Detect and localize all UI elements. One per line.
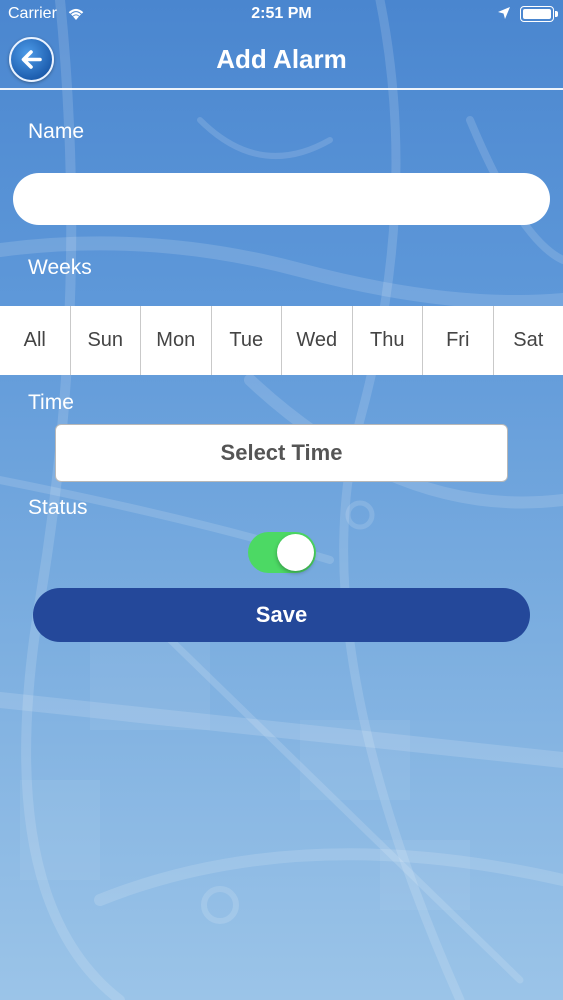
save-button[interactable]: Save [33, 588, 530, 642]
day-mon-button[interactable]: Mon [141, 306, 212, 375]
status-time: 2:51 PM [251, 5, 312, 22]
name-input[interactable] [13, 173, 550, 225]
nav-divider [0, 88, 563, 90]
status-label: Status [28, 496, 88, 519]
weeks-label: Weeks [28, 256, 92, 279]
name-label: Name [28, 120, 85, 143]
battery-icon [520, 6, 558, 22]
day-fri-button[interactable]: Fri [423, 306, 494, 375]
status-toggle[interactable] [248, 532, 316, 573]
select-time-button[interactable]: Select Time [55, 424, 508, 482]
day-all-button[interactable]: All [0, 306, 71, 375]
day-sun-button[interactable]: Sun [71, 306, 141, 375]
location-arrow-icon [497, 6, 511, 25]
day-sat-button[interactable]: Sat [494, 306, 563, 375]
time-label: Time [28, 391, 74, 414]
day-tue-button[interactable]: Tue [212, 306, 282, 375]
day-thu-button[interactable]: Thu [353, 306, 423, 375]
page-title: Add Alarm [216, 44, 347, 74]
day-wed-button[interactable]: Wed [282, 306, 353, 375]
weekday-selector: All Sun Mon Tue Wed Thu Fri Sat [0, 306, 563, 375]
status-bar: Carrier 2:51 PM [0, 0, 563, 30]
toggle-knob [277, 534, 314, 571]
